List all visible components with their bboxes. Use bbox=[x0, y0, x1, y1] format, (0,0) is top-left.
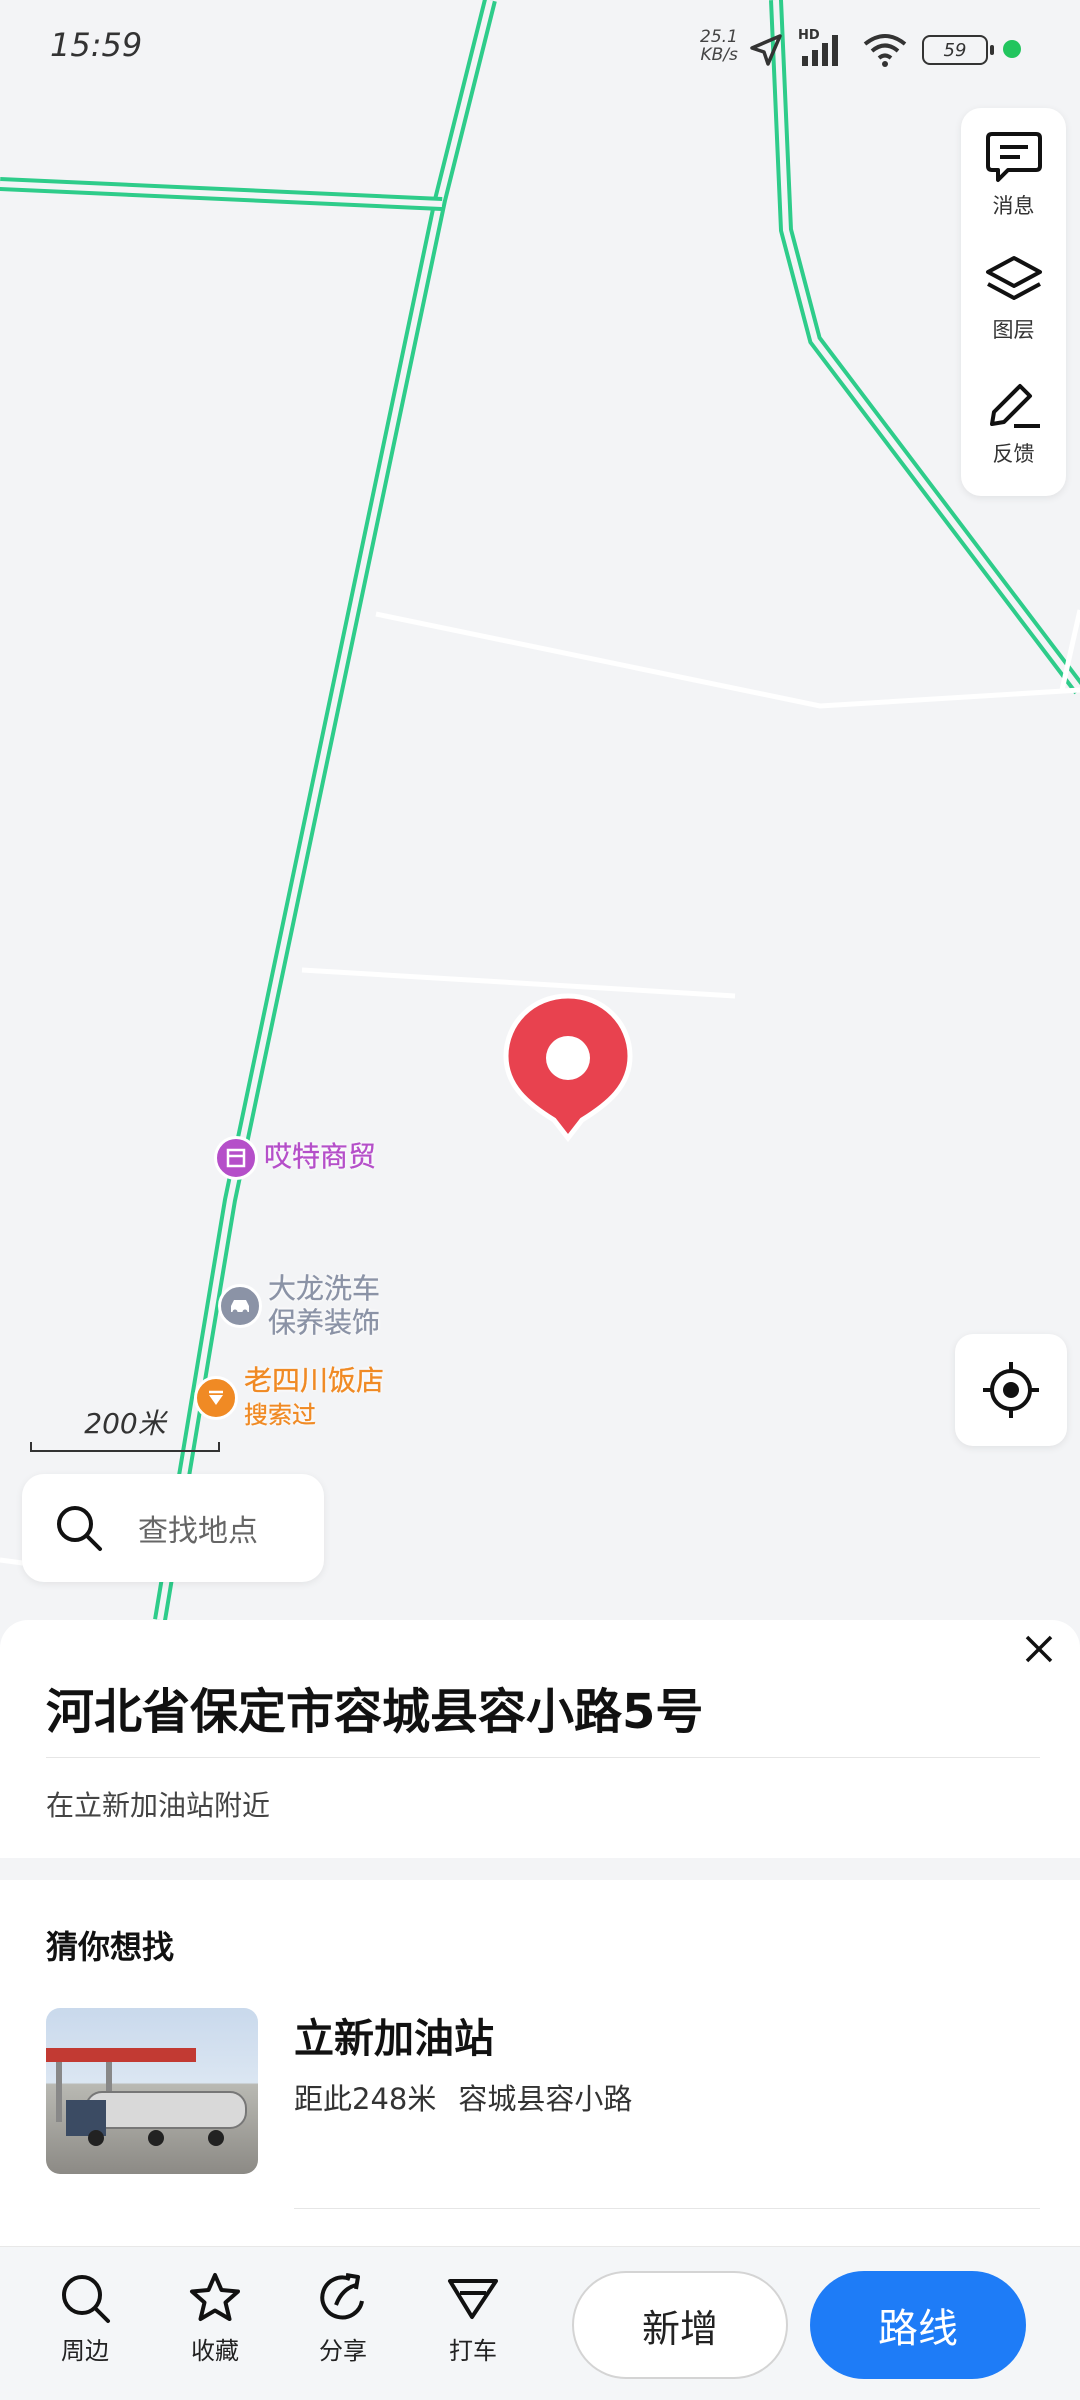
star-icon bbox=[190, 2273, 240, 2321]
tool-messages-label: 消息 bbox=[992, 194, 1035, 218]
network-speed-value: 25.1 bbox=[700, 27, 738, 47]
route-button[interactable]: 路线 bbox=[810, 2271, 1026, 2379]
locate-icon bbox=[983, 1362, 1039, 1418]
nav-favorites-label: 收藏 bbox=[191, 2337, 239, 2365]
poi-shop-name: 哎特商贸 bbox=[264, 1140, 377, 1173]
status-icons: HD 59 bbox=[748, 28, 994, 72]
nav-share-label: 分享 bbox=[319, 2337, 367, 2365]
map-scale-label: 200米 bbox=[84, 1407, 166, 1440]
feedback-edit-icon bbox=[989, 384, 1040, 428]
map-roads bbox=[0, 0, 1080, 1622]
add-button[interactable]: 新增 bbox=[572, 2271, 788, 2379]
search-icon bbox=[57, 1506, 102, 1551]
nav-share[interactable]: 分享 bbox=[298, 2271, 388, 2366]
battery-icon: 59 bbox=[922, 35, 994, 65]
poi-restaurant-tag: 搜索过 bbox=[244, 1401, 316, 1429]
shop-icon bbox=[214, 1136, 258, 1180]
status-time: 15:59 bbox=[50, 26, 143, 64]
poi-carwash-name-line1: 大龙洗车 bbox=[268, 1272, 381, 1305]
battery-level: 59 bbox=[943, 39, 967, 61]
taxi-icon bbox=[448, 2279, 498, 2319]
layers-icon bbox=[985, 256, 1042, 300]
place-address: 河北省保定市容城县容小路5号 bbox=[46, 1684, 704, 1740]
guess-title: 猜你想找 bbox=[46, 1928, 175, 1966]
divider bbox=[294, 2208, 1040, 2209]
section-gap bbox=[0, 1858, 1080, 1880]
message-icon bbox=[985, 132, 1042, 182]
nav-nearby[interactable]: 周边 bbox=[40, 2271, 130, 2366]
search-box[interactable]: 查找地点 bbox=[22, 1474, 324, 1582]
search-placeholder: 查找地点 bbox=[138, 1514, 258, 1549]
tool-layers-label: 图层 bbox=[992, 318, 1035, 342]
locate-me-button[interactable] bbox=[955, 1334, 1067, 1446]
map-scale: 200米 bbox=[30, 1402, 220, 1452]
poi-restaurant-name-line1: 老四川饭店 bbox=[244, 1364, 385, 1397]
result-subtitle: 距此248米 容城县容小路 bbox=[294, 2076, 632, 2118]
tool-feedback-label: 反馈 bbox=[992, 442, 1035, 466]
nav-taxi[interactable]: 打车 bbox=[428, 2271, 518, 2366]
signal-icon: HD bbox=[798, 28, 848, 70]
search-icon bbox=[62, 2275, 110, 2323]
result-thumbnail bbox=[46, 2008, 258, 2174]
nav-taxi-label: 打车 bbox=[449, 2337, 497, 2365]
bottom-action-bar: 周边 收藏 分享 打车 新增 路线 bbox=[0, 2246, 1080, 2400]
poi-carwash-name-line2: 保养装饰 bbox=[268, 1306, 381, 1339]
tool-layers[interactable]: 图层 bbox=[961, 236, 1066, 356]
result-name: 立新加油站 bbox=[294, 2016, 494, 2062]
wifi-icon bbox=[863, 34, 907, 67]
privacy-indicator-dot bbox=[1003, 40, 1021, 58]
result-location: 容城县容小路 bbox=[458, 2082, 633, 2116]
location-arrow-icon bbox=[750, 34, 782, 66]
divider bbox=[46, 1757, 1040, 1758]
location-pin-icon[interactable] bbox=[502, 992, 634, 1142]
map-scale-bar bbox=[30, 1442, 220, 1452]
map-view[interactable]: 哎特商贸 大龙洗车 保养装饰 老四川饭店 搜索过 200米 查找地点 bbox=[0, 0, 1080, 1640]
tool-feedback[interactable]: 反馈 bbox=[961, 360, 1066, 480]
close-icon[interactable] bbox=[1022, 1632, 1056, 1666]
network-speed: 25.1 KB/s bbox=[700, 28, 738, 64]
poi-shop[interactable]: 哎特商贸 bbox=[214, 1136, 376, 1180]
map-tool-panel: 消息 图层 反馈 bbox=[961, 108, 1066, 496]
car-icon bbox=[218, 1284, 262, 1328]
poi-restaurant[interactable]: 老四川饭店 搜索过 bbox=[194, 1364, 384, 1432]
nearby-text: 在立新加油站附近 bbox=[46, 1789, 271, 1822]
tool-messages[interactable]: 消息 bbox=[961, 112, 1066, 232]
status-bar: 15:59 25.1 KB/s HD 59 bbox=[0, 0, 1080, 96]
hd-label: HD bbox=[798, 28, 820, 43]
nav-favorites[interactable]: 收藏 bbox=[170, 2271, 260, 2366]
share-icon bbox=[320, 2273, 364, 2320]
poi-carwash[interactable]: 大龙洗车 保养装饰 bbox=[218, 1272, 380, 1340]
network-speed-unit: KB/s bbox=[700, 45, 738, 65]
result-distance: 距此248米 bbox=[294, 2082, 437, 2116]
nav-nearby-label: 周边 bbox=[61, 2337, 109, 2365]
